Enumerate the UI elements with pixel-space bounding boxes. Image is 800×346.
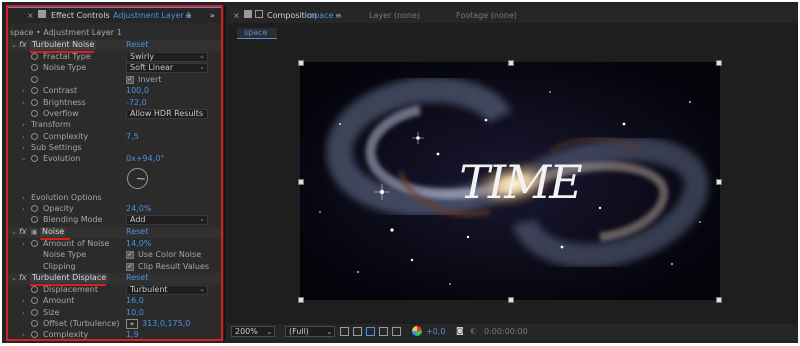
transform-handle[interactable] (298, 297, 304, 303)
layer-tab[interactable]: Layer (none) (369, 11, 420, 21)
lock-icon[interactable] (244, 10, 252, 18)
resolution-dropdown[interactable]: (Full) ⌄ (285, 326, 335, 337)
show-snapshot-icon[interactable]: ◐ (470, 326, 477, 336)
composition-tab-bar: × Composition space ≡ Layer (none) Foota… (227, 6, 798, 23)
transform-handle[interactable] (716, 179, 722, 185)
composition-name[interactable]: space (310, 11, 333, 21)
canvas-title-text: TIME (459, 155, 583, 209)
transform-handle[interactable] (508, 60, 514, 66)
red-highlight-frame (6, 5, 223, 341)
transform-handle[interactable] (508, 297, 514, 303)
grid-guides-icon[interactable] (379, 327, 388, 336)
after-effects-window: × Effect Controls Adjustment Layer 1 ≡ »… (2, 2, 798, 343)
composition-icon (255, 10, 263, 18)
composition-viewer[interactable]: TIME (300, 62, 720, 300)
exposure-value[interactable]: +0,0 (426, 327, 445, 337)
viewer-toolbar: 200% ⌄ (Full) ⌄ +0,0 ◙ ◐ 0:00:00:00 (227, 324, 798, 340)
transparency-grid-icon[interactable] (353, 327, 362, 336)
transform-handle[interactable] (298, 60, 304, 66)
transform-handle[interactable] (716, 297, 722, 303)
panel-divider[interactable] (224, 6, 226, 340)
menu-icon[interactable]: ≡ (335, 11, 342, 21)
subtab-label: space (244, 28, 268, 37)
camera-icon[interactable]: ◙ (456, 326, 464, 336)
composition-panel: × Composition space ≡ Layer (none) Foota… (227, 6, 798, 340)
zoom-dropdown[interactable]: 200% ⌄ (231, 326, 275, 337)
channel-icon[interactable] (392, 327, 401, 336)
transform-handle[interactable] (298, 179, 304, 185)
composition-subtab[interactable]: space (237, 28, 277, 39)
color-management-icon[interactable] (412, 326, 422, 336)
close-icon[interactable]: × (233, 11, 240, 21)
region-of-interest-icon[interactable] (340, 327, 349, 336)
mask-visibility-icon[interactable] (366, 327, 375, 336)
transform-handle[interactable] (716, 60, 722, 66)
footage-tab[interactable]: Footage (none) (456, 11, 517, 21)
timecode[interactable]: 0:00:00:00 (484, 327, 528, 337)
